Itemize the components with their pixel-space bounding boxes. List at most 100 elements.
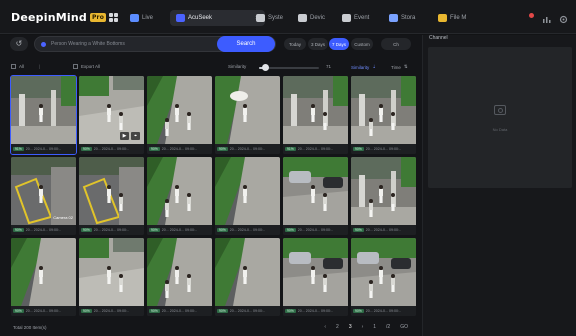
- similarity-badge: 90%: [81, 309, 92, 313]
- no-data-text: No Data: [492, 127, 508, 132]
- page-1[interactable]: 1: [373, 324, 376, 330]
- result-image: [147, 238, 212, 306]
- play-icon[interactable]: ▶: [120, 132, 129, 140]
- result-image: [351, 76, 416, 144]
- tab-file-m[interactable]: File M: [438, 10, 466, 26]
- result-thumbnail[interactable]: 90% 20... 2024-0... 09:00:..: [283, 157, 348, 235]
- result-thumbnail[interactable]: 90% 20... 2024-0... 09:00:..: [79, 157, 144, 235]
- similarity-badge: 90%: [13, 309, 24, 313]
- result-thumbnail[interactable]: 90% 20... 2024-0... 09:00:..: [215, 76, 280, 154]
- alarm-icon[interactable]: [529, 13, 534, 18]
- tab-label: Syste: [268, 15, 284, 21]
- result-caption: 90% 20... 2024-0... 09:00:..: [215, 306, 280, 316]
- result-caption: 90% 20... 2024-0... 09:00:..: [79, 225, 144, 235]
- next-page-icon[interactable]: ›: [362, 324, 364, 330]
- search-button[interactable]: Search: [217, 36, 275, 52]
- result-thumbnail[interactable]: 90% 20... 2024-0... 09:00:..: [147, 157, 212, 235]
- page-2[interactable]: 2: [336, 324, 339, 330]
- capture-time: 20... 2024-0... 09:00:..: [93, 309, 129, 313]
- result-thumbnail[interactable]: 90% 20... 2024-0... 09:00:..: [147, 238, 212, 316]
- result-image: [351, 157, 416, 225]
- device-icon: [298, 14, 307, 22]
- range-7-days[interactable]: 7 Days: [329, 38, 349, 50]
- total-count: Total 200 Item(s): [13, 325, 47, 330]
- result-thumbnail[interactable]: 90% 20... 2024-0... 09:00:..: [283, 238, 348, 316]
- thumbnail-controls: ▶ ⌖: [120, 132, 140, 140]
- similarity-badge: 90%: [217, 147, 228, 151]
- go-button[interactable]: GO: [400, 324, 408, 330]
- sort-similarity[interactable]: Similarity ⇣: [351, 64, 376, 70]
- back-button[interactable]: ↺: [10, 37, 28, 51]
- pagination: ‹ 2 3 › 1 /2 GO: [324, 324, 408, 330]
- result-caption: 90% 20... 2024-0... 09:00:..: [283, 306, 348, 316]
- range-custom[interactable]: Custom: [351, 38, 373, 50]
- result-image: [79, 157, 144, 225]
- result-thumbnail[interactable]: 91% 20... 2024-0... 09:00:..: [10, 75, 77, 155]
- range-today[interactable]: Today: [284, 38, 306, 50]
- result-image: [147, 157, 212, 225]
- tab-label: File M: [450, 15, 467, 21]
- tab-stora[interactable]: Stora: [389, 10, 415, 26]
- stats-icon[interactable]: [542, 11, 551, 23]
- capture-time: 20... 2024-0... 09:00:..: [25, 147, 61, 151]
- tab-event[interactable]: Event: [342, 10, 369, 26]
- event-icon: [342, 14, 351, 22]
- result-image: [11, 238, 76, 306]
- sort-arrow-icon: ⇣: [372, 64, 377, 69]
- similarity-badge: 91%: [285, 147, 296, 151]
- channel-title: Channel: [429, 35, 448, 41]
- tab-syste[interactable]: Syste: [256, 10, 283, 26]
- select-all-checkbox[interactable]: [11, 64, 16, 69]
- tab-acuseek[interactable]: AcuSeek×: [170, 10, 266, 26]
- result-thumbnail[interactable]: 90% 20... 2024-0... 09:00:..: [351, 238, 416, 316]
- top-bar: DeepinMindPro Live AcuSeek×Syste Devic Even…: [0, 0, 576, 34]
- similarity-badge: 90%: [81, 228, 92, 232]
- page-size[interactable]: /2: [386, 324, 390, 330]
- app-logo: DeepinMind Pro: [11, 11, 107, 24]
- result-thumbnail[interactable]: 90% 20... 2024-0... 09:00:..: [79, 238, 144, 316]
- similarity-badge: 90%: [285, 309, 296, 313]
- result-caption: 90% 20... 2024-0... 09:00:..: [147, 225, 212, 235]
- result-thumbnail[interactable]: 90% 20... 2024-0... 09:00:..: [215, 238, 280, 316]
- capture-time: 20... 2024-0... 09:00:..: [161, 309, 197, 313]
- range-3-days[interactable]: 3 Days: [308, 38, 328, 50]
- result-image: [215, 238, 280, 306]
- result-image: [351, 238, 416, 306]
- result-thumbnail[interactable]: ▶ ⌖ 90% 20... 2024-0... 09:00:..: [79, 76, 144, 154]
- result-thumbnail[interactable]: 90% 20... 2024-0... 09:00:..: [11, 238, 76, 316]
- capture-time: 20... 2024-0... 09:00:..: [365, 309, 401, 313]
- result-thumbnail[interactable]: Camera 02 90% 20... 2024-0... 09:00:..: [11, 157, 76, 235]
- capture-time: 20... 2024-0... 09:00:..: [25, 309, 61, 313]
- page-3[interactable]: 3: [349, 324, 352, 330]
- result-caption: 90% 20... 2024-0... 09:00:..: [11, 225, 76, 235]
- result-thumbnail[interactable]: 90% 20... 2024-0... 09:00:..: [147, 76, 212, 154]
- app-grid-icon[interactable]: [109, 13, 118, 22]
- prev-page-icon[interactable]: ‹: [324, 324, 326, 330]
- result-caption: 90% 20... 2024-0... 09:00:..: [351, 306, 416, 316]
- select-all[interactable]: All: [11, 64, 24, 69]
- similarity-slider[interactable]: [259, 64, 319, 71]
- capture-time: 20... 2024-0... 09:00:..: [93, 228, 129, 232]
- result-image: [215, 157, 280, 225]
- result-caption: 90% 20... 2024-0... 09:00:..: [147, 144, 212, 154]
- capture-time: 20... 2024-0... 09:00:..: [229, 309, 265, 313]
- result-caption: 90% 20... 2024-0... 09:00:..: [79, 306, 144, 316]
- result-image: [79, 238, 144, 306]
- channel-panel: Channel No Data: [422, 35, 576, 336]
- sort-time[interactable]: Time ⇅: [391, 64, 408, 70]
- search-input[interactable]: [51, 39, 211, 49]
- result-thumbnail[interactable]: 90% 20... 2024-0... 09:00:..: [215, 157, 280, 235]
- tab-devic[interactable]: Devic: [298, 10, 325, 26]
- similarity-badge: 90%: [285, 228, 296, 232]
- export-all[interactable]: Export All: [73, 64, 100, 69]
- result-thumbnail[interactable]: 90% 20... 2024-0... 09:00:..: [351, 76, 416, 154]
- tab-label: Devic: [310, 15, 326, 21]
- slider-handle[interactable]: [262, 64, 269, 71]
- tab-live[interactable]: Live: [130, 10, 153, 26]
- result-thumbnail[interactable]: 90% 20... 2024-0... 09:00:..: [351, 157, 416, 235]
- capture-time: 20... 2024-0... 09:00:..: [297, 309, 333, 313]
- settings-icon[interactable]: [559, 11, 568, 24]
- result-thumbnail[interactable]: 91% 20... 2024-0... 09:00:..: [283, 76, 348, 154]
- locate-icon[interactable]: ⌖: [131, 132, 140, 140]
- range-ch[interactable]: Ch: [381, 38, 411, 50]
